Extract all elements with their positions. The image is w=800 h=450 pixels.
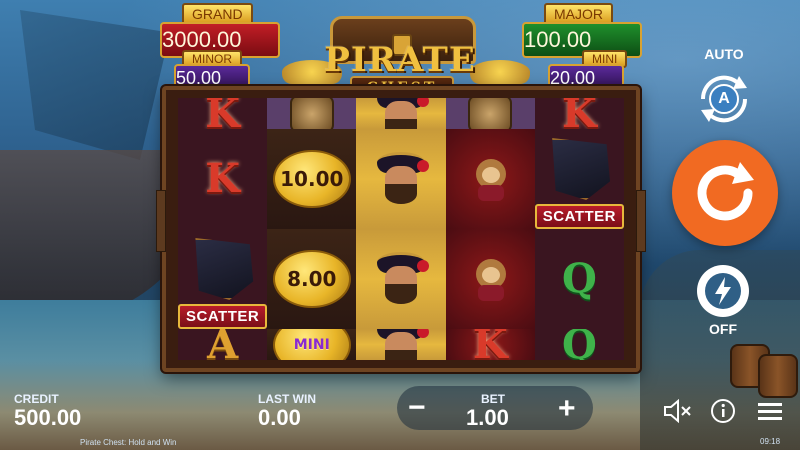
monkey-symbol-icon bbox=[466, 255, 514, 303]
reel-cell: MINI bbox=[267, 329, 357, 360]
reel-cell bbox=[356, 98, 446, 129]
reel-cell: SCATTER bbox=[534, 129, 625, 229]
bet-value: 1.00 bbox=[466, 405, 509, 430]
pirate-captain-symbol-icon bbox=[371, 250, 431, 308]
auto-label: AUTO bbox=[704, 46, 744, 62]
reel-cell: K bbox=[445, 329, 535, 360]
right-rail bbox=[636, 190, 646, 252]
bet-decrease-button[interactable]: − bbox=[408, 393, 426, 423]
letter-k-symbol: K bbox=[205, 155, 240, 202]
letter-k-symbol: K bbox=[562, 98, 597, 129]
menu-button[interactable] bbox=[756, 400, 784, 422]
reel-grid: K K K 10.00 SCATTER SCATTER 8.00 Q A MINI K Q bbox=[177, 98, 625, 360]
game-title: PIRATE bbox=[324, 40, 476, 80]
left-rail bbox=[156, 190, 166, 252]
game-name-footer: Pirate Chest: Hold and Win bbox=[80, 438, 177, 447]
last-win-label: LAST WIN bbox=[258, 392, 316, 406]
reel-cell bbox=[267, 98, 357, 129]
letter-k-symbol: K bbox=[472, 329, 508, 360]
letter-q-symbol: Q bbox=[561, 329, 597, 360]
monkey-symbol-icon bbox=[466, 155, 514, 203]
pirate-captain-symbol-icon bbox=[371, 98, 431, 129]
scatter-label: SCATTER bbox=[534, 204, 625, 229]
clock: 09:18 bbox=[760, 437, 781, 446]
reel-frame: K K K 10.00 SCATTER SCATTER 8.00 Q A MINI K Q bbox=[156, 86, 646, 372]
turbo-button[interactable] bbox=[697, 265, 749, 317]
credit-value: 500.00 bbox=[14, 405, 82, 430]
barrel-decoration bbox=[758, 354, 798, 398]
reel-cell bbox=[445, 129, 535, 229]
reel-cell bbox=[445, 229, 535, 329]
reel-cell: Q bbox=[534, 229, 624, 329]
reel-cell: 8.00 bbox=[267, 229, 357, 329]
lightning-icon bbox=[705, 273, 741, 309]
autoplay-button[interactable]: A bbox=[693, 68, 755, 130]
letter-q-symbol: Q bbox=[561, 255, 597, 302]
letter-a-symbol: A bbox=[207, 329, 239, 360]
turbo-state-label: OFF bbox=[709, 321, 737, 337]
autoplay-letter: A bbox=[718, 90, 730, 107]
letter-k-symbol: K bbox=[205, 98, 240, 129]
reel-cell: A bbox=[178, 329, 268, 360]
info-icon bbox=[711, 399, 735, 423]
reel-cell: Q bbox=[534, 329, 624, 360]
reel-cell: K bbox=[178, 98, 268, 129]
bet-label: BET bbox=[481, 392, 505, 406]
refresh-arrow-icon bbox=[697, 162, 754, 221]
info-button[interactable] bbox=[710, 398, 736, 424]
scatter-symbol: SCATTER bbox=[177, 229, 268, 329]
reel-cell: K bbox=[534, 98, 624, 129]
mini-coin-symbol: MINI bbox=[272, 329, 351, 360]
reel-cell bbox=[356, 129, 446, 229]
pirate-captain-symbol-icon bbox=[371, 150, 431, 208]
sound-toggle-button[interactable] bbox=[662, 399, 692, 423]
scatter-symbol: SCATTER bbox=[534, 129, 625, 229]
last-win-value: 0.00 bbox=[258, 405, 301, 430]
reel-cell bbox=[356, 229, 446, 329]
pirate-captain-symbol-icon bbox=[371, 329, 431, 360]
speaker-muted-icon bbox=[664, 399, 691, 423]
reel-cell bbox=[445, 98, 535, 129]
coin-symbol: 8.00 bbox=[272, 250, 351, 308]
pirate-ship-icon bbox=[195, 238, 254, 300]
compass-symbol-icon bbox=[289, 98, 334, 129]
credit-label: CREDIT bbox=[14, 392, 59, 406]
coin-symbol: 10.00 bbox=[272, 150, 351, 208]
scatter-label: SCATTER bbox=[177, 304, 268, 329]
reel-cell: 10.00 bbox=[267, 129, 357, 229]
reel-cell: K bbox=[178, 129, 268, 229]
reel-cell bbox=[356, 329, 446, 360]
compass-symbol-icon bbox=[468, 98, 513, 129]
pirate-ship-icon bbox=[552, 138, 610, 200]
bet-increase-button[interactable]: + bbox=[558, 394, 576, 424]
reel-cell: SCATTER bbox=[177, 229, 268, 329]
hamburger-menu-icon bbox=[758, 403, 782, 420]
spin-button[interactable] bbox=[672, 140, 778, 246]
